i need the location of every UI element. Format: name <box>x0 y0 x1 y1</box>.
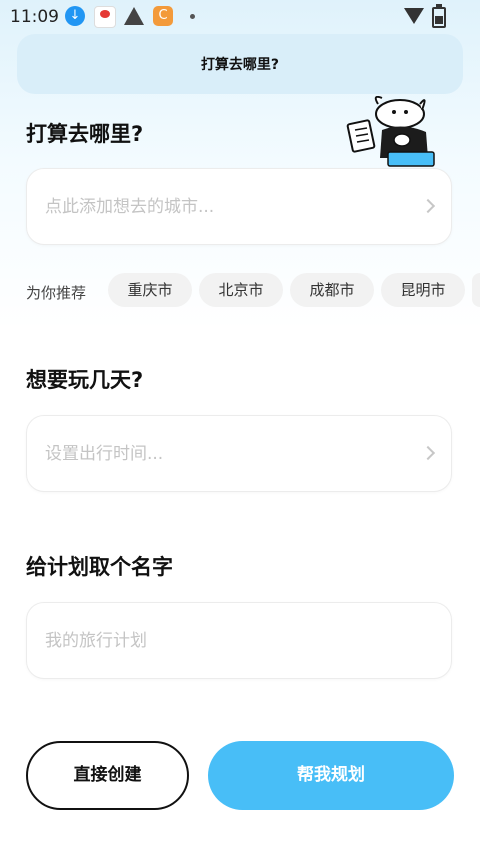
plan-name-placeholder: 我的旅行计划 <box>45 631 147 651</box>
plan-name-title: 给计划取个名字 <box>26 555 173 579</box>
top-banner: 打算去哪里? <box>17 34 463 94</box>
recommend-label: 为你推荐 <box>26 284 87 302</box>
city-chip-chongqing[interactable]: 重庆市 <box>108 273 192 307</box>
destination-title: 打算去哪里? <box>26 122 144 146</box>
download-icon: ↓ <box>65 6 85 26</box>
city-chip-beijing[interactable]: 北京市 <box>199 273 283 307</box>
duration-placeholder: 设置出行时间... <box>45 444 164 464</box>
status-bar: 11:09 ↓ C <box>0 0 480 32</box>
wifi-icon <box>404 8 424 24</box>
city-chip-kunming[interactable]: 昆明市 <box>381 273 465 307</box>
city-chip-more[interactable] <box>472 273 480 307</box>
battery-icon <box>432 4 446 28</box>
duration-input[interactable]: 设置出行时间... <box>26 415 452 492</box>
duration-title: 想要玩几天? <box>26 368 144 392</box>
dot-icon <box>190 14 195 19</box>
city-chip-chengdu[interactable]: 成都市 <box>290 273 374 307</box>
banner-title: 打算去哪里? <box>200 57 280 73</box>
status-time: 11:09 <box>10 7 59 27</box>
help-plan-button[interactable]: 帮我规划 <box>208 741 454 810</box>
chevron-right-icon <box>420 198 436 214</box>
mascot-illustration <box>346 96 435 167</box>
plan-name-input[interactable]: 我的旅行计划 <box>26 602 452 679</box>
c-app-icon: C <box>153 6 173 26</box>
destination-placeholder: 点此添加想去的城市... <box>45 197 215 217</box>
app-notification-icon <box>94 6 116 28</box>
direct-create-button[interactable]: 直接创建 <box>26 741 189 810</box>
destination-input[interactable]: 点此添加想去的城市... <box>26 168 452 245</box>
chevron-right-icon <box>420 445 436 461</box>
warning-icon <box>124 7 144 25</box>
